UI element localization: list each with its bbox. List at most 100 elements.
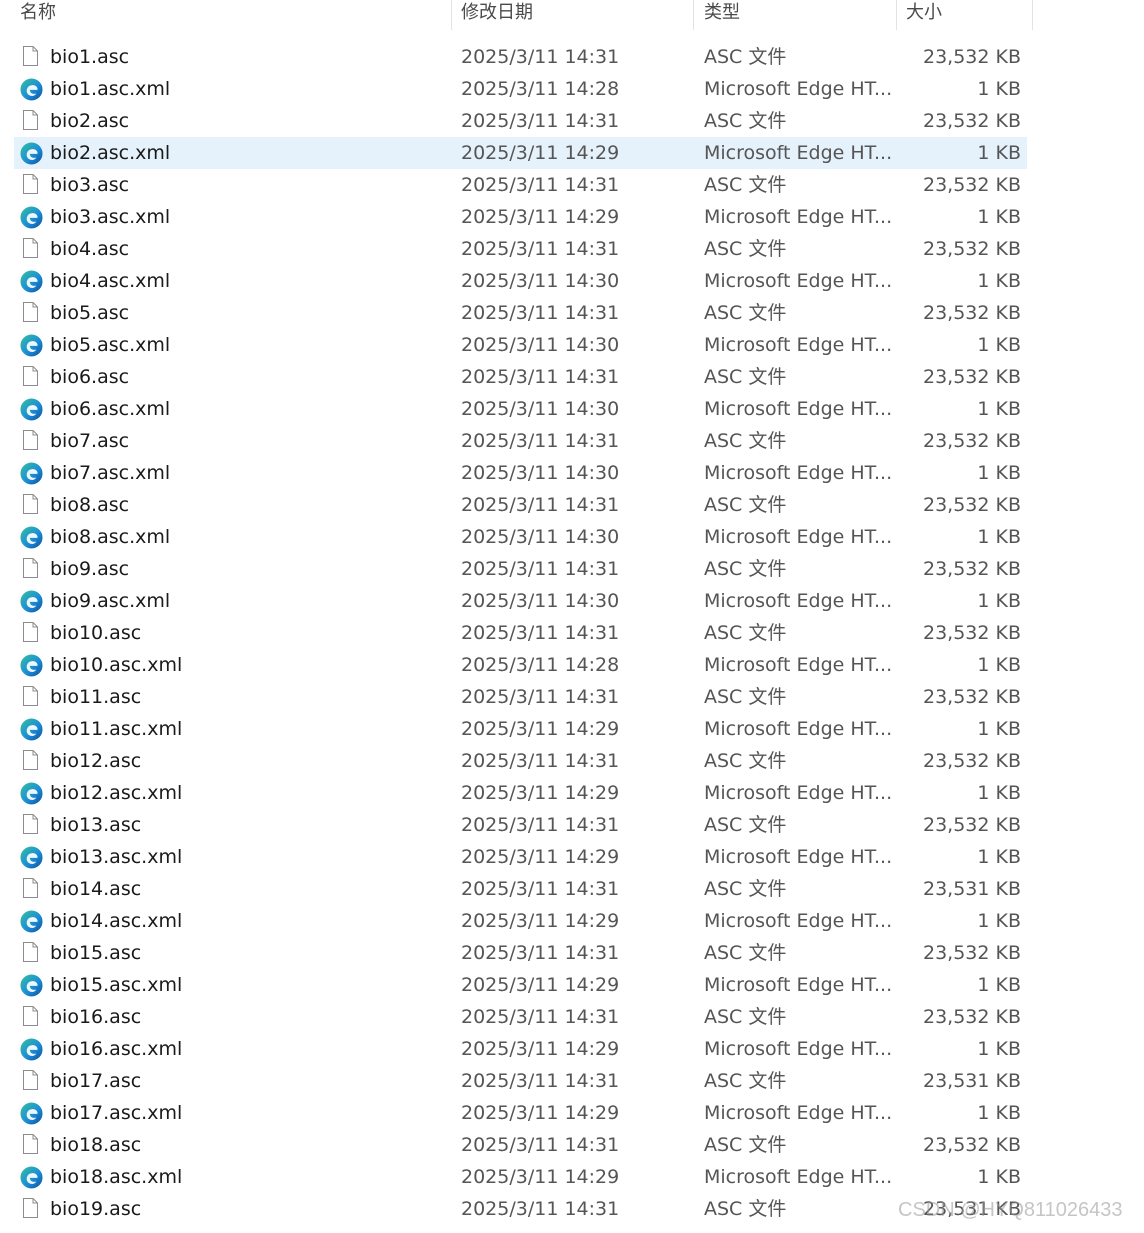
file-date-modified: 2025/3/11 14:31 — [461, 814, 620, 836]
file-row[interactable]: bio6.asc 2025/3/11 14:31 ASC 文件 23,532 KB — [14, 361, 1027, 393]
file-type: ASC 文件 — [704, 558, 787, 580]
file-row[interactable]: bio7.asc 2025/3/11 14:31 ASC 文件 23,532 KB — [14, 425, 1027, 457]
file-row[interactable]: bio11.asc.xml 2025/3/11 14:29 Microsoft Ed… — [14, 713, 1027, 745]
file-row[interactable]: bio5.asc 2025/3/11 14:31 ASC 文件 23,532 KB — [14, 297, 1027, 329]
file-date-modified: 2025/3/11 14:30 — [461, 526, 620, 548]
file-icon — [20, 297, 42, 329]
file-size: 1 KB — [977, 334, 1021, 356]
file-date-modified: 2025/3/11 14:31 — [461, 494, 620, 516]
file-row[interactable]: bio15.asc.xml 2025/3/11 14:29 Microsoft Ed… — [14, 969, 1027, 1001]
column-header-name[interactable]: 名称 — [14, 0, 452, 30]
file-row[interactable]: bio10.asc.xml 2025/3/11 14:28 Microsoft Ed… — [14, 649, 1027, 681]
file-row[interactable]: bio17.asc 2025/3/11 14:31 ASC 文件 23,531 KB — [14, 1065, 1027, 1097]
file-icon — [20, 1129, 42, 1161]
file-type: ASC 文件 — [704, 814, 787, 836]
file-name: bio5.asc — [50, 302, 130, 324]
file-row[interactable]: bio14.asc 2025/3/11 14:31 ASC 文件 23,531 KB — [14, 873, 1027, 905]
file-row[interactable]: bio7.asc.xml 2025/3/11 14:30 Microsoft Edg… — [14, 457, 1027, 489]
file-row[interactable]: bio13.asc.xml 2025/3/11 14:29 Microsoft Ed… — [14, 841, 1027, 873]
file-row[interactable]: bio19.asc 2025/3/11 14:31 ASC 文件 23,531 KB — [14, 1193, 1027, 1225]
file-type: ASC 文件 — [704, 1006, 787, 1028]
file-size: 1 KB — [977, 974, 1021, 996]
file-date-modified: 2025/3/11 14:31 — [461, 686, 620, 708]
file-icon — [20, 745, 42, 777]
file-size: 1 KB — [977, 526, 1021, 548]
edge-icon — [20, 521, 43, 553]
file-icon — [20, 1001, 42, 1033]
file-row[interactable]: bio6.asc.xml 2025/3/11 14:30 Microsoft Edg… — [14, 393, 1027, 425]
file-date-modified: 2025/3/11 14:30 — [461, 270, 620, 292]
column-header-type[interactable]: 类型 — [694, 0, 897, 30]
file-row[interactable]: bio3.asc 2025/3/11 14:31 ASC 文件 23,532 KB — [14, 169, 1027, 201]
file-date-modified: 2025/3/11 14:31 — [461, 1006, 620, 1028]
file-date-modified: 2025/3/11 14:31 — [461, 46, 620, 68]
file-type: ASC 文件 — [704, 1198, 787, 1220]
file-icon — [20, 489, 42, 521]
edge-icon — [20, 585, 43, 617]
file-row[interactable]: bio4.asc 2025/3/11 14:31 ASC 文件 23,532 KB — [14, 233, 1027, 265]
file-row[interactable]: bio12.asc.xml 2025/3/11 14:29 Microsoft Ed… — [14, 777, 1027, 809]
file-name: bio7.asc — [50, 430, 130, 452]
edge-icon — [20, 841, 43, 873]
file-row[interactable]: bio15.asc 2025/3/11 14:31 ASC 文件 23,532 KB — [14, 937, 1027, 969]
file-row[interactable]: bio2.asc.xml 2025/3/11 14:29 Microsoft Edg… — [14, 137, 1027, 169]
file-row[interactable]: bio8.asc.xml 2025/3/11 14:30 Microsoft Edg… — [14, 521, 1027, 553]
file-row[interactable]: bio1.asc 2025/3/11 14:31 ASC 文件 23,532 KB — [14, 41, 1027, 73]
file-row[interactable]: bio16.asc 2025/3/11 14:31 ASC 文件 23,532 KB — [14, 1001, 1027, 1033]
edge-icon — [20, 457, 43, 489]
file-row[interactable]: bio2.asc 2025/3/11 14:31 ASC 文件 23,532 KB — [14, 105, 1027, 137]
file-row[interactable]: bio14.asc.xml 2025/3/11 14:29 Microsoft Ed… — [14, 905, 1027, 937]
file-type: Microsoft Edge HT... — [704, 654, 893, 676]
file-row[interactable]: bio18.asc.xml 2025/3/11 14:29 Microsoft Ed… — [14, 1161, 1027, 1193]
file-size: 23,532 KB — [922, 622, 1021, 644]
file-date-modified: 2025/3/11 14:31 — [461, 302, 620, 324]
file-row[interactable]: bio11.asc 2025/3/11 14:31 ASC 文件 23,532 KB — [14, 681, 1027, 713]
file-row[interactable]: bio8.asc 2025/3/11 14:31 ASC 文件 23,532 KB — [14, 489, 1027, 521]
file-date-modified: 2025/3/11 14:29 — [461, 910, 620, 932]
file-row[interactable]: bio1.asc.xml 2025/3/11 14:28 Microsoft Edg… — [14, 73, 1027, 105]
file-type: ASC 文件 — [704, 430, 787, 452]
file-row[interactable]: bio10.asc 2025/3/11 14:31 ASC 文件 23,532 KB — [14, 617, 1027, 649]
file-size: 1 KB — [977, 718, 1021, 740]
file-size: 1 KB — [977, 78, 1021, 100]
file-row[interactable]: bio9.asc 2025/3/11 14:31 ASC 文件 23,532 KB — [14, 553, 1027, 585]
file-type: Microsoft Edge HT... — [704, 334, 893, 356]
watermark: CSDN @HYQ811026433 — [898, 1199, 1123, 1221]
file-size: 23,532 KB — [922, 366, 1021, 388]
file-size: 1 KB — [977, 782, 1021, 804]
file-row[interactable]: bio4.asc.xml 2025/3/11 14:30 Microsoft Edg… — [14, 265, 1027, 297]
file-date-modified: 2025/3/11 14:29 — [461, 1102, 620, 1124]
file-row[interactable]: bio3.asc.xml 2025/3/11 14:29 Microsoft Edg… — [14, 201, 1027, 233]
file-row[interactable]: bio12.asc 2025/3/11 14:31 ASC 文件 23,532 KB — [14, 745, 1027, 777]
file-type: Microsoft Edge HT... — [704, 1038, 893, 1060]
file-date-modified: 2025/3/11 14:30 — [461, 398, 620, 420]
edge-icon — [20, 1161, 43, 1193]
file-name: bio16.asc.xml — [50, 1038, 183, 1060]
edge-icon — [20, 73, 43, 105]
file-type: ASC 文件 — [704, 110, 787, 132]
file-type: Microsoft Edge HT... — [704, 206, 893, 228]
file-size: 23,531 KB — [922, 878, 1021, 900]
file-name: bio11.asc — [50, 686, 142, 708]
file-row[interactable]: bio17.asc.xml 2025/3/11 14:29 Microsoft Ed… — [14, 1097, 1027, 1129]
file-date-modified: 2025/3/11 14:28 — [461, 78, 620, 100]
file-row[interactable]: bio9.asc.xml 2025/3/11 14:30 Microsoft Edg… — [14, 585, 1027, 617]
file-name: bio18.asc.xml — [50, 1166, 183, 1188]
file-date-modified: 2025/3/11 14:31 — [461, 942, 620, 964]
file-date-modified: 2025/3/11 14:31 — [461, 878, 620, 900]
file-date-modified: 2025/3/11 14:29 — [461, 1038, 620, 1060]
file-row[interactable]: bio16.asc.xml 2025/3/11 14:29 Microsoft Ed… — [14, 1033, 1027, 1065]
file-name: bio3.asc — [50, 174, 130, 196]
file-type: ASC 文件 — [704, 942, 787, 964]
file-name: bio6.asc.xml — [50, 398, 171, 420]
file-icon — [20, 937, 42, 969]
column-header-size[interactable]: 大小 — [897, 0, 1033, 30]
file-icon — [20, 105, 42, 137]
column-header-date-modified[interactable]: 修改日期 — [452, 0, 694, 30]
file-row[interactable]: bio5.asc.xml 2025/3/11 14:30 Microsoft Edg… — [14, 329, 1027, 361]
file-name: bio3.asc.xml — [50, 206, 171, 228]
file-row[interactable]: bio13.asc 2025/3/11 14:31 ASC 文件 23,532 KB — [14, 809, 1027, 841]
file-size: 23,532 KB — [922, 814, 1021, 836]
file-row[interactable]: bio18.asc 2025/3/11 14:31 ASC 文件 23,532 KB — [14, 1129, 1027, 1161]
edge-icon — [20, 969, 43, 1001]
